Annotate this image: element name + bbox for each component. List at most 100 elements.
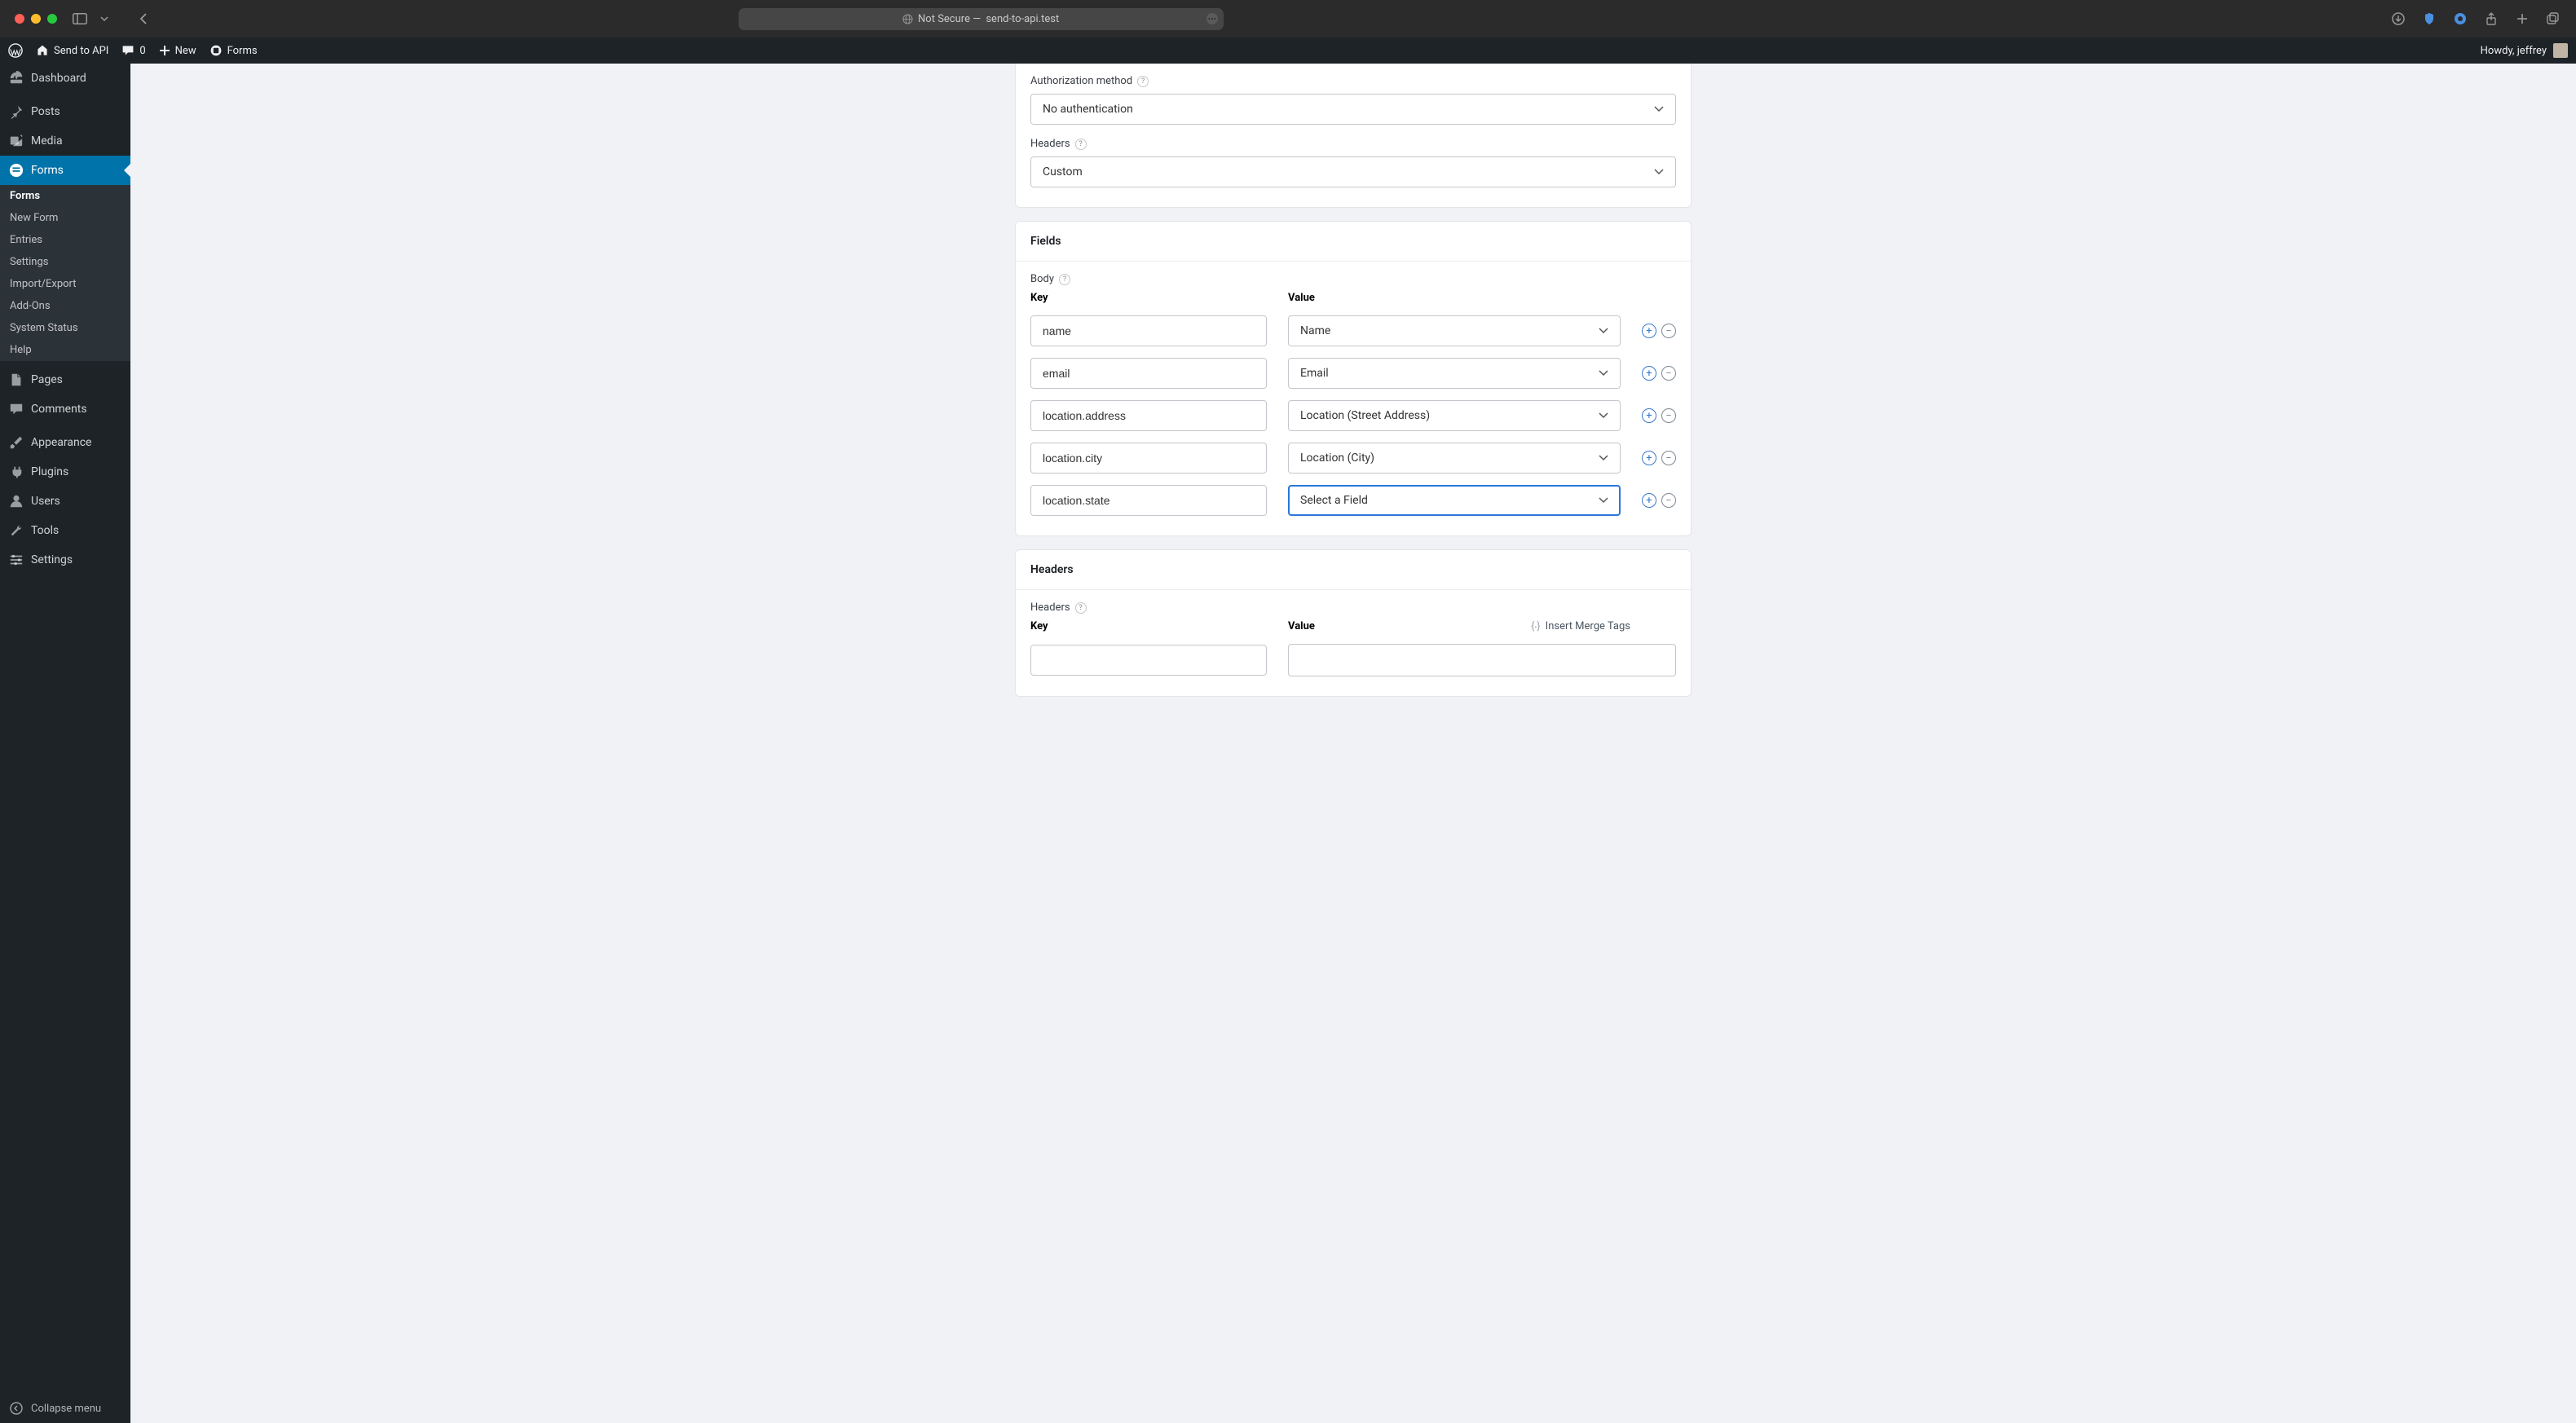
- sidebar-item-plugins[interactable]: Plugins: [0, 457, 130, 487]
- header-row: [1030, 644, 1676, 676]
- remove-row-button[interactable]: −: [1661, 324, 1676, 338]
- header-key-input[interactable]: [1030, 645, 1267, 676]
- submenu-item-entries[interactable]: Entries: [0, 229, 130, 251]
- sidebar-item-tools[interactable]: Tools: [0, 516, 130, 545]
- row-actions: +−: [1642, 366, 1676, 381]
- sidebar-item-posts[interactable]: Posts: [0, 97, 130, 126]
- brush-icon: [8, 434, 24, 451]
- url-bar[interactable]: Not Secure — send-to-api.test: [739, 8, 1224, 30]
- comment-count: 0: [139, 45, 145, 57]
- new-content-button[interactable]: New: [159, 37, 196, 64]
- sidebar-toggle-icon[interactable]: [72, 11, 88, 27]
- sidebar-item-appearance[interactable]: Appearance: [0, 428, 130, 457]
- window-controls: [15, 14, 57, 24]
- header-value-select[interactable]: [1288, 644, 1676, 676]
- wp-admin-bar: Send to API 0 New Forms Howdy, jeffrey: [0, 37, 2576, 64]
- chevron-down-icon: [1599, 370, 1608, 377]
- submenu-item-new-form[interactable]: New Form: [0, 207, 130, 229]
- howdy-greeting[interactable]: Howdy, jeffrey: [2481, 45, 2547, 57]
- sidebar-item-label: Settings: [31, 553, 73, 566]
- sidebar-item-users[interactable]: Users: [0, 487, 130, 516]
- body-value-select[interactable]: Location (City): [1288, 443, 1621, 474]
- collapse-menu-button[interactable]: Collapse menu: [0, 1394, 130, 1423]
- new-label: New: [175, 45, 196, 57]
- body-row: Location (Street Address) +−: [1030, 400, 1676, 431]
- row-actions: +−: [1642, 324, 1676, 338]
- add-row-button[interactable]: +: [1642, 451, 1656, 465]
- url-text-prefix: Not Secure —: [918, 13, 981, 25]
- user-icon: [8, 493, 24, 509]
- remove-row-button[interactable]: −: [1661, 366, 1676, 381]
- reader-icon[interactable]: [1206, 12, 1219, 25]
- chevron-down-icon: [1599, 497, 1608, 504]
- key-column-header: Key: [1030, 292, 1267, 304]
- select-value: Location (City): [1300, 452, 1374, 465]
- sidebar-item-media[interactable]: Media: [0, 126, 130, 156]
- collapse-icon: [8, 1400, 24, 1416]
- maximize-window-button[interactable]: [47, 14, 57, 24]
- chevron-down-icon: [1599, 455, 1608, 461]
- submenu-item-add-ons[interactable]: Add-Ons: [0, 295, 130, 317]
- password-icon[interactable]: [2452, 11, 2468, 27]
- body-key-input[interactable]: [1030, 315, 1267, 346]
- submenu-item-import-export[interactable]: Import/Export: [0, 273, 130, 295]
- body-value-select[interactable]: Name: [1288, 315, 1621, 346]
- back-button-icon[interactable]: [135, 11, 152, 27]
- body-key-input[interactable]: [1030, 443, 1267, 474]
- sidebar-item-dashboard[interactable]: Dashboard: [0, 64, 130, 93]
- remove-row-button[interactable]: −: [1661, 493, 1676, 508]
- url-text-host: send-to-api.test: [986, 13, 1059, 25]
- avatar[interactable]: [2553, 43, 2568, 58]
- site-name-label: Send to API: [54, 45, 108, 57]
- help-icon[interactable]: ?: [1137, 76, 1149, 87]
- minimize-window-button[interactable]: [31, 14, 41, 24]
- submenu-item-settings[interactable]: Settings: [0, 251, 130, 273]
- remove-row-button[interactable]: −: [1661, 408, 1676, 423]
- new-tab-icon[interactable]: [2514, 11, 2530, 27]
- forms-submenu: Forms New Form Entries Settings Import/E…: [0, 185, 130, 361]
- help-icon[interactable]: ?: [1059, 274, 1070, 285]
- sidebar-item-pages[interactable]: Pages: [0, 365, 130, 394]
- sidebar-item-label: Forms: [31, 164, 64, 177]
- shield-icon[interactable]: [2421, 11, 2437, 27]
- plug-icon: [8, 464, 24, 480]
- body-value-select[interactable]: Location (Street Address): [1288, 400, 1621, 431]
- body-key-input[interactable]: [1030, 358, 1267, 389]
- fields-card: Fields Body ? Key Value Name+−Email+−Loc…: [1015, 221, 1692, 536]
- body-key-input[interactable]: [1030, 485, 1267, 516]
- forms-adminbar-button[interactable]: Forms: [210, 37, 258, 64]
- insert-merge-tags-button[interactable]: {•} Insert Merge Tags: [1531, 620, 1630, 632]
- help-icon[interactable]: ?: [1075, 139, 1087, 150]
- chevron-down-icon[interactable]: [96, 11, 112, 27]
- headers-select[interactable]: Custom: [1030, 156, 1676, 187]
- sidebar-item-settings[interactable]: Settings: [0, 545, 130, 575]
- add-row-button[interactable]: +: [1642, 324, 1656, 338]
- body-key-input[interactable]: [1030, 400, 1267, 431]
- submenu-item-help[interactable]: Help: [0, 339, 130, 361]
- add-row-button[interactable]: +: [1642, 493, 1656, 508]
- sliders-icon: [8, 552, 24, 568]
- chevron-down-icon: [1654, 169, 1664, 175]
- tabs-icon[interactable]: [2545, 11, 2561, 27]
- wp-logo-button[interactable]: [8, 37, 23, 64]
- select-value: Location (Street Address): [1300, 409, 1430, 422]
- help-icon[interactable]: ?: [1075, 602, 1087, 614]
- share-icon[interactable]: [2483, 11, 2499, 27]
- site-name-button[interactable]: Send to API: [36, 37, 108, 64]
- body-value-select[interactable]: Email: [1288, 358, 1621, 389]
- close-window-button[interactable]: [15, 14, 24, 24]
- remove-row-button[interactable]: −: [1661, 451, 1676, 465]
- body-value-select[interactable]: Select a Field: [1288, 485, 1621, 516]
- download-icon[interactable]: [2390, 11, 2406, 27]
- add-row-button[interactable]: +: [1642, 366, 1656, 381]
- main-content: Authorization method ? No authentication…: [130, 64, 2576, 1423]
- sidebar-item-label: Dashboard: [31, 72, 86, 85]
- comments-button[interactable]: 0: [121, 37, 145, 64]
- sidebar-item-forms[interactable]: Forms: [0, 156, 130, 185]
- sidebar-item-comments[interactable]: Comments: [0, 394, 130, 424]
- add-row-button[interactable]: +: [1642, 408, 1656, 423]
- auth-method-select[interactable]: No authentication: [1030, 94, 1676, 125]
- submenu-item-system-status[interactable]: System Status: [0, 317, 130, 339]
- submenu-item-forms[interactable]: Forms: [0, 185, 130, 207]
- page-icon: [8, 372, 24, 388]
